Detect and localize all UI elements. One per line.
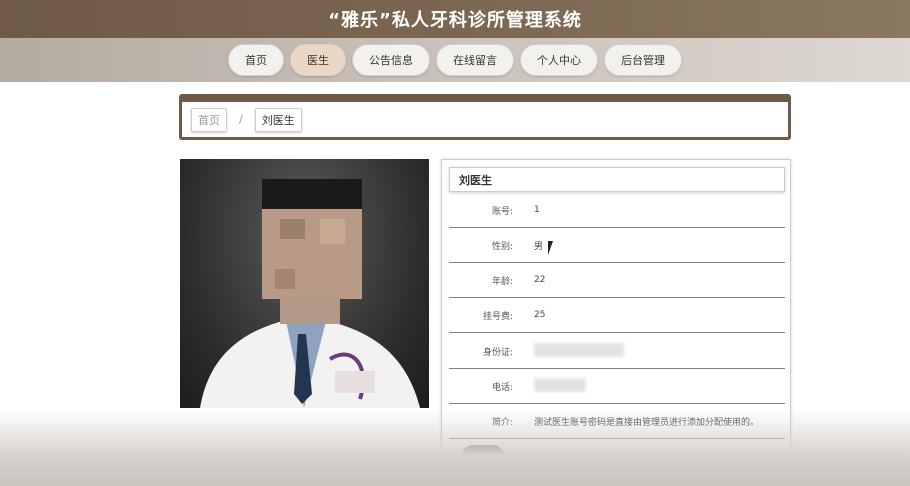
- doctor-photo: [180, 159, 429, 408]
- detail-value: 男: [534, 241, 544, 252]
- detail-label: 性别:: [491, 241, 513, 252]
- nav-home[interactable]: 首页: [228, 44, 284, 76]
- nav-profile[interactable]: 个人中心: [520, 44, 598, 76]
- detail-label: 年龄:: [491, 276, 513, 287]
- doctor-portrait-image: [200, 179, 420, 408]
- detail-value: 1: [534, 205, 540, 215]
- detail-row-age: 年龄: 22: [449, 263, 785, 298]
- main-nav: 首页 医生 公告信息 在线留言 个人中心 后台管理: [0, 38, 910, 82]
- breadcrumb: 首页 / 刘医生: [179, 94, 791, 140]
- detail-label: 电话:: [491, 382, 513, 393]
- detail-row-id-card: 身份证:: [449, 334, 785, 369]
- detail-value: 测试医生账号密码是直接由管理员进行添加分配使用的。: [534, 417, 760, 428]
- detail-label: 挂号费:: [482, 311, 513, 322]
- detail-value-redacted: [534, 377, 586, 395]
- book-appointment-button[interactable]: 挂号: [462, 445, 504, 467]
- app-title: “雅乐”私人牙科诊所管理系统: [328, 10, 582, 31]
- detail-label: 简介:: [491, 417, 513, 428]
- breadcrumb-current: 刘医生: [254, 107, 302, 132]
- detail-row-account: 账号: 1: [449, 193, 785, 228]
- breadcrumb-home[interactable]: 首页: [191, 107, 227, 132]
- nav-admin[interactable]: 后台管理: [604, 44, 682, 76]
- nav-announcements[interactable]: 公告信息: [352, 44, 430, 76]
- doctor-name-title: 刘医生: [449, 167, 785, 192]
- divider: [449, 471, 785, 472]
- breadcrumb-separator: /: [239, 113, 243, 126]
- redacted-phone: [534, 377, 586, 392]
- mouse-cursor-icon: [548, 241, 558, 255]
- redacted-id-card: [534, 342, 624, 357]
- detail-value: 22: [534, 275, 546, 285]
- nav-doctor[interactable]: 医生: [290, 44, 346, 76]
- detail-label: 账号:: [491, 206, 513, 217]
- detail-label: 身份证:: [482, 347, 513, 358]
- detail-row-gender: 性别: 男: [449, 228, 785, 263]
- detail-value-redacted: [534, 342, 624, 360]
- doctor-detail-panel: 刘医生 账号: 1 性别: 男 年龄: 22 挂号费: 25 身份证: 电话: …: [441, 159, 791, 479]
- detail-row-phone: 电话:: [449, 369, 785, 404]
- nav-messages[interactable]: 在线留言: [436, 44, 514, 76]
- detail-row-fee: 挂号费: 25: [449, 298, 785, 333]
- detail-value: 25: [534, 310, 546, 320]
- app-header: “雅乐”私人牙科诊所管理系统: [0, 0, 910, 38]
- detail-row-intro: 简介: 测试医生账号密码是直接由管理员进行添加分配使用的。: [449, 404, 785, 439]
